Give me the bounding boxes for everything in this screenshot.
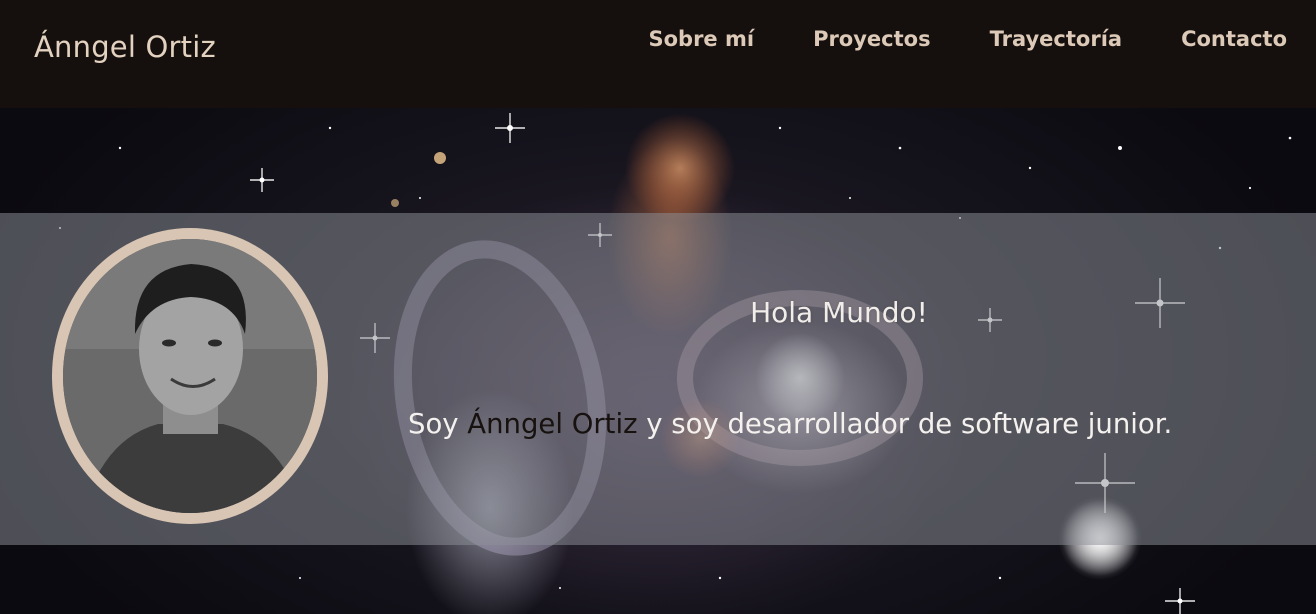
intro-name-highlight: Ánngel Ortiz bbox=[467, 408, 638, 440]
intro-prefix: Soy bbox=[408, 408, 468, 440]
hero-greeting: Hola Mundo! bbox=[750, 296, 928, 329]
brand-link[interactable]: Ánngel Ortiz bbox=[34, 30, 216, 64]
profile-photo bbox=[63, 239, 317, 513]
page: Ánngel Ortiz Sobre mí Proyectos Trayecto… bbox=[0, 0, 1316, 614]
profile-photo-frame bbox=[52, 228, 328, 524]
nav-link-trayectoria[interactable]: Trayectoría bbox=[990, 27, 1122, 51]
nav-link-proyectos[interactable]: Proyectos bbox=[813, 27, 931, 51]
profile-photo-image bbox=[63, 239, 317, 513]
intro-suffix: y soy desarrollador de software junior. bbox=[637, 408, 1173, 440]
nav-link-contacto[interactable]: Contacto bbox=[1181, 27, 1287, 51]
main-nav: Sobre mí Proyectos Trayectoría Contacto bbox=[648, 27, 1287, 51]
hero-intro-text: Soy Ánngel Ortiz y soy desarrollador de … bbox=[408, 408, 1172, 440]
nav-link-sobre-mi[interactable]: Sobre mí bbox=[648, 27, 754, 51]
top-navbar: Ánngel Ortiz Sobre mí Proyectos Trayecto… bbox=[0, 0, 1316, 108]
